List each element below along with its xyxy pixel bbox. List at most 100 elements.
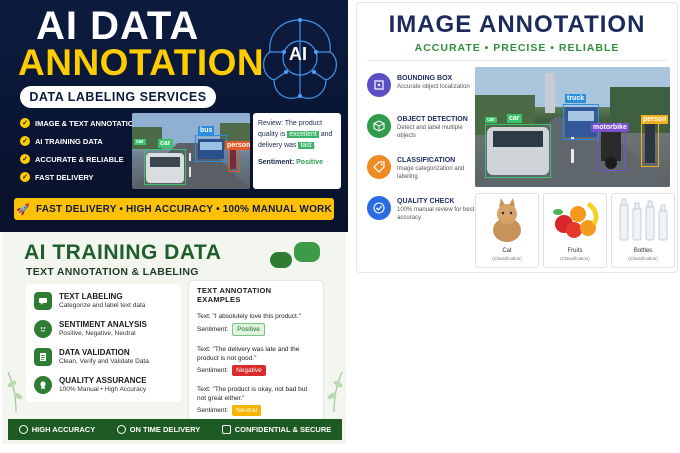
annotation-type-item: QUALITY CHECK 100% manual review for best… xyxy=(367,196,477,237)
example-item: Text: "I absolutely love this product." … xyxy=(197,312,315,339)
bottles-thumbnail: Bottles (Classification) xyxy=(611,193,675,268)
footer-item: HIGH ACCURACY xyxy=(18,425,96,434)
motorbike-bounding-box xyxy=(597,131,625,171)
fruits-image xyxy=(553,201,599,238)
car-label-small: car xyxy=(134,139,146,145)
sentiment-value: Positive xyxy=(296,159,323,166)
ai-data-annotation-panel: AI AI DATA ANNOTATION DATA LABELING SERV… xyxy=(0,0,348,232)
tag-icon xyxy=(367,155,391,179)
check-icon: ✓ xyxy=(20,136,30,146)
bottles-label: Bottles xyxy=(633,248,653,254)
divider xyxy=(367,60,667,61)
text-annotation-examples-card: TEXT ANNOTATION EXAMPLES Text: "I absolu… xyxy=(188,280,324,420)
panel1-title-line2: ANNOTATION xyxy=(18,42,265,83)
car-label: car xyxy=(158,139,173,148)
service-item: QUALITY ASSURANCE 100% Manual • High Accu… xyxy=(34,376,147,394)
fruits-sublabel: (Classification) xyxy=(560,256,590,261)
feature-label: IMAGE & TEXT ANNOTATION xyxy=(35,118,140,128)
bottles-image xyxy=(619,198,668,241)
service-desc: Clean, Verify and Validate Data xyxy=(59,358,149,365)
chat-bubble-icon xyxy=(294,242,320,262)
sentiment-tag-neutral: Neutral xyxy=(232,405,262,416)
footer-label: HIGH ACCURACY xyxy=(31,425,96,434)
item-title: BOUNDING BOX xyxy=(397,75,453,82)
target-icon xyxy=(18,425,28,434)
cat-image xyxy=(493,198,521,242)
service-list-card: TEXT LABELING Categorize and label text d… xyxy=(26,284,181,402)
image-annotation-panel: IMAGE ANNOTATION ACCURATE • PRECISE • RE… xyxy=(356,2,678,273)
smiley-icon xyxy=(34,320,52,338)
sentiment-label: Sentiment: xyxy=(197,326,229,333)
example-sentiment: Sentiment: Neutral xyxy=(197,405,315,416)
check-icon: ✓ xyxy=(20,154,30,164)
annotation-type-item: BOUNDING BOX Accurate object localization xyxy=(367,73,477,114)
example-item: Text: "The product is okay, not bad but … xyxy=(197,385,315,419)
person-bounding-box xyxy=(641,121,659,167)
truck-label: truck xyxy=(565,94,587,103)
bounding-box-icon xyxy=(367,73,391,97)
panel3-subtitle: TEXT ANNOTATION & LABELING xyxy=(26,266,199,278)
example-text: Text: "The product is okay, not bad but … xyxy=(197,386,308,402)
feature-label: AI TRAINING DATA xyxy=(35,136,103,146)
review-text: . xyxy=(313,142,316,149)
feature-item: ✓ ACCURATE & RELIABLE xyxy=(20,150,145,168)
banner-text: FAST DELIVERY • HIGH ACCURACY • 100% MAN… xyxy=(36,203,332,215)
example-sentiment: Sentiment: Positive xyxy=(197,323,315,336)
feature-item: ✓ FAST DELIVERY xyxy=(20,168,145,186)
rocket-icon: 🚀 xyxy=(16,203,30,216)
feature-item: ✓ AI TRAINING DATA xyxy=(20,132,145,150)
person-label: person xyxy=(225,141,250,150)
cat-label: Cat xyxy=(502,248,512,254)
service-desc: Categorize and label text data xyxy=(59,302,146,309)
car-bounding-box xyxy=(144,149,186,185)
annotation-type-item: CLASSIFICATION Image categorization and l… xyxy=(367,155,477,196)
service-title: QUALITY ASSURANCE xyxy=(59,376,147,385)
sentiment-label: Sentiment: xyxy=(197,407,229,414)
check-icon: ✓ xyxy=(20,172,30,182)
brain-ai-label: AI xyxy=(289,44,307,64)
street-annotation-photo: car bus person car xyxy=(132,113,250,189)
traffic-annotation-photo: car car truck motorbike person xyxy=(475,67,670,187)
sentiment-line: Sentiment: Positive xyxy=(258,157,336,168)
service-title: TEXT LABELING xyxy=(59,292,123,301)
lock-icon xyxy=(221,425,231,434)
footer-label: ON TIME DELIVERY xyxy=(129,425,201,434)
leaf-decoration-icon xyxy=(327,371,343,412)
panel3-title: AI TRAINING DATA xyxy=(24,241,222,264)
service-title: DATA VALIDATION xyxy=(59,348,130,357)
classification-thumbnails: Cat (Classification) Fruits (Classificat… xyxy=(475,193,675,268)
service-desc: Positive, Negative, Neutral xyxy=(59,330,136,337)
panel2-subtitle: ACCURATE • PRECISE • RELIABLE xyxy=(414,42,620,54)
feature-item: ✓ IMAGE & TEXT ANNOTATION xyxy=(20,114,145,132)
panel1-feature-list: ✓ IMAGE & TEXT ANNOTATION ✓ AI TRAINING DA… xyxy=(20,114,145,186)
car-label-small: car xyxy=(485,117,497,123)
ai-brain-icon xyxy=(263,18,337,99)
motorbike-label: motorbike xyxy=(591,123,629,132)
service-item: TEXT LABELING Categorize and label text d… xyxy=(34,292,145,310)
check-icon xyxy=(367,196,391,220)
examples-title: TEXT ANNOTATION EXAMPLES xyxy=(197,286,272,304)
sentiment-tag-negative: Negative xyxy=(232,365,266,376)
bottles-sublabel: (Classification) xyxy=(628,256,658,261)
service-desc: 100% Manual • High Accuracy xyxy=(59,386,147,393)
document-icon xyxy=(34,348,52,366)
fruits-label: Fruits xyxy=(567,248,583,254)
bus-bounding-box xyxy=(195,135,227,162)
panel1-subtitle: DATA LABELING SERVICES xyxy=(20,86,216,108)
item-desc: Detect and label multiple objects xyxy=(397,125,463,139)
panel1-banner: 🚀 FAST DELIVERY • HIGH ACCURACY • 100% M… xyxy=(14,198,334,220)
person-label: person xyxy=(641,115,669,124)
service-item: SENTIMENT ANALYSIS Positive, Negative, Ne… xyxy=(34,320,147,338)
example-sentiment: Sentiment: Negative xyxy=(197,365,315,376)
fruits-thumbnail: Fruits (Classification) xyxy=(543,193,607,268)
service-item: DATA VALIDATION Clean, Verify and Validat… xyxy=(34,348,149,366)
annotation-type-item: OBJECT DETECTION Detect and label multipl… xyxy=(367,114,477,155)
cube-icon xyxy=(367,114,391,138)
truck-bounding-box xyxy=(563,104,599,140)
feature-label: FAST DELIVERY xyxy=(35,172,94,182)
panel2-title: IMAGE ANNOTATION xyxy=(388,11,646,38)
review-highlight: excellent xyxy=(287,131,319,138)
panel3-footer: HIGH ACCURACY ON TIME DELIVERY CONFIDENT… xyxy=(8,419,342,440)
sentiment-label: Sentiment: xyxy=(197,367,229,374)
service-title: SENTIMENT ANALYSIS xyxy=(59,320,147,329)
